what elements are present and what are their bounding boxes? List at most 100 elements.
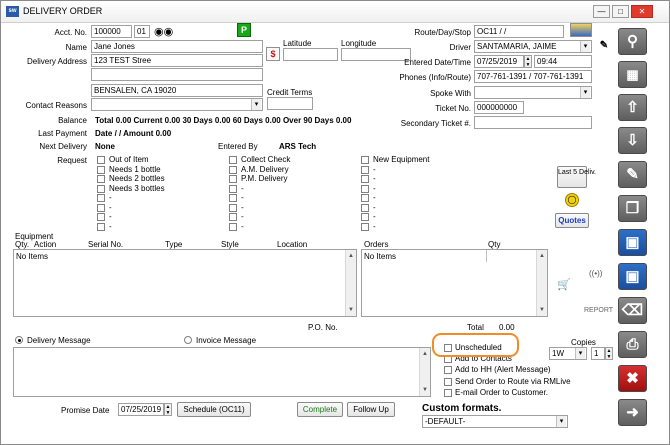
secondary-ticket-field[interactable] (474, 116, 592, 129)
request-option-label[interactable]: - (373, 193, 376, 202)
request-option-checkbox[interactable] (97, 213, 105, 221)
request-option-label[interactable]: - (109, 222, 112, 231)
copies-count-field[interactable]: 1 (591, 347, 605, 360)
minimize-button[interactable]: — (593, 5, 610, 18)
save-icon[interactable]: ▣ (618, 263, 647, 290)
wireless-icon[interactable]: ((•)) (589, 269, 602, 278)
orders-list[interactable]: No Items ▲ ▼ (361, 249, 548, 317)
request-option-label[interactable]: Collect Check (241, 155, 290, 164)
option-label[interactable]: Add to HH (Alert Message) (455, 365, 551, 374)
request-option-label[interactable]: - (109, 203, 112, 212)
request-option-checkbox[interactable] (361, 222, 369, 231)
request-option-checkbox[interactable] (229, 222, 237, 231)
promise-date-field[interactable]: 07/25/2019 (118, 403, 164, 416)
arrow-down-icon[interactable]: ⇩ (618, 127, 647, 154)
delivery-message-radio[interactable] (15, 336, 23, 344)
spoke-with-dropdown[interactable] (474, 86, 592, 99)
equipment-scrollbar[interactable]: ▲ ▼ (345, 250, 356, 316)
request-option-checkbox[interactable] (361, 194, 369, 202)
clock-icon[interactable]: ◯ (565, 193, 579, 207)
request-option-checkbox[interactable] (97, 184, 105, 193)
driver-dropdown[interactable]: SANTAMARIA, JAIME (474, 40, 592, 53)
driver-info-icon[interactable]: ✎ (597, 40, 611, 53)
edit-icon[interactable]: ✎ (618, 161, 647, 188)
address2-field[interactable] (91, 68, 263, 81)
invoice-message-radio[interactable] (184, 336, 192, 344)
copies-type-dropdown[interactable]: 1W (549, 347, 587, 360)
report-label[interactable]: REPORT (584, 307, 613, 314)
request-option-label[interactable]: - (241, 222, 244, 231)
request-option-label[interactable]: Needs 1 bottle (109, 165, 161, 174)
phones-field[interactable]: 707-761-1391 / 707-761-1391 (474, 70, 592, 83)
request-option-checkbox[interactable] (361, 203, 369, 212)
custom-formats-dropdown[interactable]: -DEFAULT- (422, 415, 568, 428)
copies-spinner[interactable]: ▲ ▼ (605, 347, 613, 360)
cancel-icon[interactable]: ✖ (618, 365, 647, 392)
map-pin-icon[interactable]: $ (266, 47, 280, 61)
acct-suffix-field[interactable]: 01 (134, 25, 150, 38)
copy-icon[interactable]: ❐ (618, 195, 647, 222)
promise-date-spinner[interactable]: ▲ ▼ (164, 403, 172, 416)
request-option-checkbox[interactable] (229, 165, 237, 174)
request-option-checkbox[interactable] (97, 175, 105, 183)
request-option-checkbox[interactable] (97, 165, 105, 174)
print-icon[interactable]: ⎙ (618, 331, 647, 358)
request-option-checkbox[interactable] (97, 222, 105, 231)
quotes-button[interactable]: Quotes (555, 213, 589, 228)
contact-reasons-dropdown[interactable] (91, 98, 263, 111)
po-field[interactable] (342, 320, 426, 333)
request-option-label[interactable]: - (109, 193, 112, 202)
request-option-label[interactable]: - (109, 212, 112, 221)
invoice-message-label[interactable]: Invoice Message (196, 336, 256, 345)
cart-icon[interactable]: 🛒 (557, 278, 571, 291)
request-option-checkbox[interactable] (229, 175, 237, 183)
request-option-label[interactable]: - (241, 212, 244, 221)
orders-scrollbar[interactable]: ▲ ▼ (536, 250, 547, 316)
option-label[interactable]: Send Order to Route via RMLive (455, 377, 571, 386)
request-option-label[interactable]: - (373, 212, 376, 221)
ticket-field[interactable]: 000000000 (474, 101, 524, 114)
request-option-label[interactable]: New Equipment (373, 155, 429, 164)
request-option-label[interactable]: - (373, 184, 376, 193)
request-option-checkbox[interactable] (361, 165, 369, 174)
request-option-checkbox[interactable] (229, 203, 237, 212)
request-option-label[interactable]: - (241, 193, 244, 202)
binoculars-icon[interactable]: ◉◉ (154, 25, 173, 38)
request-option-label[interactable]: - (373, 174, 376, 183)
message-scrollbar[interactable]: ▲ ▼ (419, 348, 430, 396)
route-field[interactable]: OC11 / / (474, 25, 564, 38)
request-option-checkbox[interactable] (361, 175, 369, 183)
request-option-label[interactable]: - (241, 184, 244, 193)
request-option-checkbox[interactable] (229, 213, 237, 221)
save-new-icon[interactable]: ▣ (618, 229, 647, 256)
equipment-list[interactable]: No Items ▲ ▼ (13, 249, 357, 317)
option-checkbox[interactable] (444, 377, 452, 386)
request-option-checkbox[interactable] (361, 213, 369, 221)
city-field[interactable]: BENSALEN, CA 19020 (91, 84, 263, 97)
request-option-label[interactable]: Needs 3 bottles (109, 184, 165, 193)
request-option-checkbox[interactable] (361, 156, 369, 164)
latitude-field[interactable] (283, 48, 338, 61)
request-option-checkbox[interactable] (229, 184, 237, 193)
route-map-icon[interactable] (570, 23, 592, 37)
trash-icon[interactable]: ⌫ (618, 297, 647, 324)
request-option-label[interactable]: P.M. Delivery (241, 174, 288, 183)
delivery-message-label[interactable]: Delivery Message (27, 336, 91, 345)
arrow-up-icon[interactable]: ⇧ (618, 94, 647, 121)
request-option-label[interactable]: - (373, 203, 376, 212)
follow-up-button[interactable]: Follow Up (347, 402, 395, 417)
message-textarea[interactable]: ▲ ▼ (13, 347, 431, 397)
entered-time-field[interactable]: 09:44 (534, 55, 592, 68)
credit-terms-field[interactable] (267, 97, 313, 110)
acct-no-field[interactable]: 100000 (91, 25, 132, 38)
p-badge[interactable]: P (237, 23, 251, 37)
request-option-checkbox[interactable] (229, 156, 237, 164)
maximize-button[interactable]: □ (612, 5, 629, 18)
option-label[interactable]: E-mail Order to Customer. (455, 388, 548, 397)
close-button[interactable]: ✕ (631, 5, 653, 18)
request-option-checkbox[interactable] (97, 194, 105, 202)
complete-button[interactable]: Complete (297, 402, 343, 417)
exit-icon[interactable]: ➜ (618, 399, 647, 426)
option-checkbox[interactable] (444, 388, 452, 397)
request-option-checkbox[interactable] (97, 156, 105, 164)
